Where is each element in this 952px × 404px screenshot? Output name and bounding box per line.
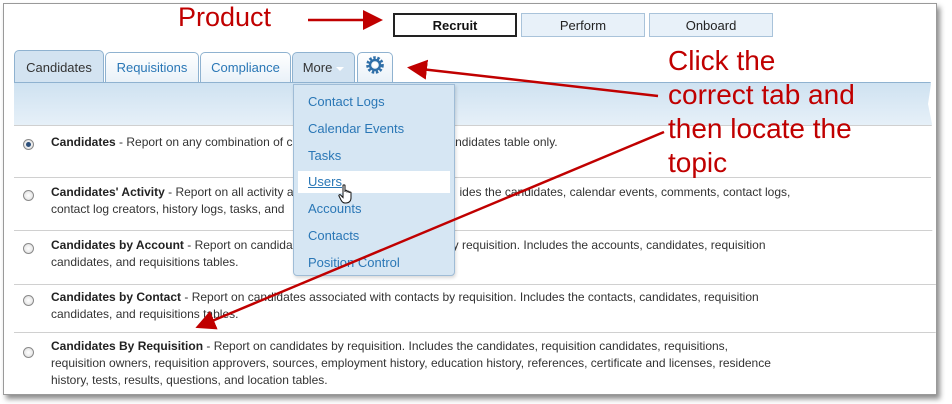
arrow-to-topic xyxy=(195,130,665,330)
arrow-to-tab xyxy=(407,59,659,98)
annotation-arrows xyxy=(195,10,665,330)
